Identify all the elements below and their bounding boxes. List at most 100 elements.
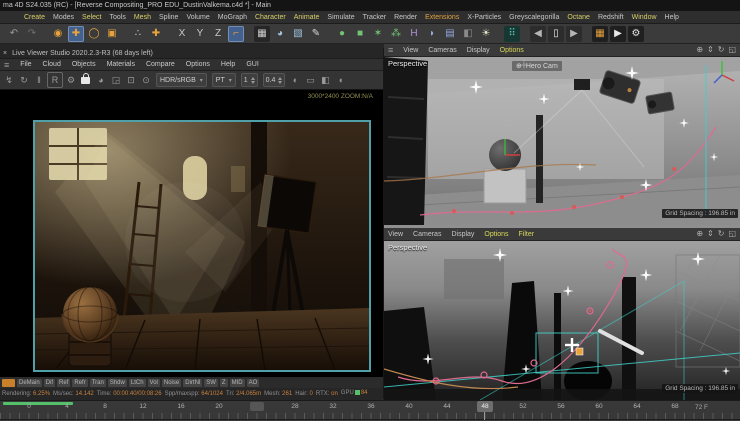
render-pass-button[interactable]: Ref: [57, 378, 71, 387]
render-picture-viewer-icon[interactable]: ▶: [610, 25, 626, 42]
sphere-primitive-icon[interactable]: ●: [334, 26, 350, 42]
render-pass-button[interactable]: LtCh: [128, 378, 146, 387]
clay-mode-icon[interactable]: ◕: [94, 73, 108, 87]
cluster-primitive-icon[interactable]: ⁂: [388, 26, 404, 42]
pan-view-icon[interactable]: ⊕: [696, 46, 703, 54]
octane-render-image[interactable]: [33, 120, 371, 372]
maximize-view-icon[interactable]: ◱: [728, 46, 736, 54]
timeline-marker[interactable]: [250, 402, 264, 411]
spacer-3[interactable]: [166, 26, 172, 42]
octane-menu-item[interactable]: Options: [186, 61, 210, 68]
sync-render-icon[interactable]: ↻: [17, 73, 31, 87]
render-view-icon[interactable]: ▦: [254, 25, 270, 42]
kernel-settings-icon[interactable]: ⚙: [64, 73, 78, 87]
scale-tool-icon[interactable]: ▣: [104, 26, 120, 42]
coord-system-icon[interactable]: ⌐: [228, 25, 244, 42]
pick-material-icon[interactable]: ◲: [109, 73, 123, 87]
content-browser-icon[interactable]: ▧: [290, 26, 306, 42]
viewport-menu-item[interactable]: Cameras: [413, 231, 441, 238]
octane-menu-item[interactable]: Compare: [146, 61, 175, 68]
pick-focus-icon[interactable]: ⊡: [124, 73, 138, 87]
viewport-menu-item[interactable]: Display: [467, 47, 490, 54]
snap-tool-icon[interactable]: ✚: [148, 26, 164, 42]
render-pass-button[interactable]: Shdw: [107, 378, 127, 387]
background-mode-icon[interactable]: ◐: [288, 73, 302, 87]
viewport-menu-item[interactable]: Display: [451, 231, 474, 238]
stepper-arrows-icon[interactable]: [278, 76, 283, 84]
document-icon[interactable]: ▯: [548, 25, 564, 42]
undo-icon[interactable]: ↶: [6, 26, 22, 42]
axis-z-icon[interactable]: Z: [210, 26, 226, 42]
team-render-icon[interactable]: ◕: [272, 26, 288, 42]
zoom-view-icon[interactable]: ⇕: [707, 230, 714, 238]
last-tool-icon[interactable]: ∴: [130, 26, 146, 42]
stepper-arrows-icon[interactable]: [250, 76, 255, 84]
pause-render-icon[interactable]: ‖: [32, 73, 46, 87]
light-object-icon[interactable]: ☀: [478, 26, 494, 42]
viewport-menu-item[interactable]: Cameras: [428, 47, 456, 54]
octane-render-viewport[interactable]: 3000*2400 ZOOM:N/A: [0, 90, 383, 377]
render-pass-button[interactable]: DirtNl: [183, 378, 203, 387]
render-pass-button[interactable]: DeMain: [17, 378, 42, 387]
viewport-menu-item[interactable]: Options: [484, 231, 508, 238]
render-pass-button[interactable]: Noise: [161, 378, 182, 387]
hero-cam-label[interactable]: ⊕ Hero Cam: [512, 61, 562, 71]
metaball-icon[interactable]: ◗: [424, 26, 440, 42]
camera-view-icon[interactable]: ◧: [318, 73, 332, 87]
restart-render-icon[interactable]: R: [47, 72, 63, 88]
viewport-menu-item[interactable]: View: [388, 231, 403, 238]
spacer-7[interactable]: [522, 26, 528, 42]
cube-primitive-icon[interactable]: ■: [352, 26, 368, 42]
bottom-viewport-canvas[interactable]: Perspective Grid Spacing : 196.85 in: [383, 241, 740, 401]
octane-menu-item[interactable]: Help: [221, 61, 235, 68]
viewport-menu-item[interactable]: Options: [500, 47, 524, 54]
render-pass-button[interactable]: Z: [219, 378, 228, 387]
render-pass-button[interactable]: Refr: [72, 378, 88, 387]
redo-icon[interactable]: ↷: [24, 26, 40, 42]
beauty-pass-icon[interactable]: [2, 378, 15, 387]
pen-tool-icon[interactable]: ✎: [308, 26, 324, 42]
viewport-menu-item[interactable]: View: [403, 47, 418, 54]
render-active-view-icon[interactable]: ▦: [592, 25, 608, 42]
region-render-icon[interactable]: ⊙: [139, 73, 153, 87]
axis-y-icon[interactable]: Y: [192, 26, 208, 42]
film-settings-icon[interactable]: ▭: [303, 73, 317, 87]
octane-menu-item[interactable]: Materials: [107, 61, 135, 68]
lock-resolution-icon[interactable]: [81, 72, 90, 84]
timeline-playhead[interactable]: 48: [477, 401, 493, 412]
axis-x-icon[interactable]: X: [174, 26, 190, 42]
render-pass-button[interactable]: SW: [204, 378, 218, 387]
maximize-view-icon[interactable]: ◱: [728, 230, 736, 238]
samples-stepper[interactable]: 1: [240, 73, 258, 87]
rotate-view-icon[interactable]: ↻: [718, 230, 725, 238]
live-selection-icon[interactable]: ◉: [50, 26, 66, 42]
prev-document-icon[interactable]: ◀: [530, 25, 546, 42]
floor-object-icon[interactable]: ▤: [442, 26, 458, 42]
subsample-icon[interactable]: ◖: [333, 73, 347, 87]
move-handle-icon[interactable]: ⊕: [516, 62, 522, 70]
spacer-1[interactable]: [42, 26, 48, 42]
spacer-2[interactable]: [122, 26, 128, 42]
render-pass-button[interactable]: Tran: [89, 378, 106, 387]
next-document-icon[interactable]: ▶: [566, 25, 582, 42]
spacer-6[interactable]: [496, 26, 502, 42]
octane-menu-item[interactable]: Objects: [72, 61, 96, 68]
colorspace-dropdown[interactable]: HDR/sRGB ▾: [156, 73, 207, 87]
mograph-icon[interactable]: ⠿: [504, 25, 520, 42]
rotate-tool-icon[interactable]: ◯: [86, 26, 102, 42]
spacer-5[interactable]: [326, 26, 332, 42]
spacer-8[interactable]: [584, 26, 590, 42]
close-icon[interactable]: ×: [3, 50, 7, 57]
top-viewport-canvas[interactable]: ⊕ Hero Cam Perspective Grid Spacing : 19…: [383, 57, 740, 225]
render-pass-button[interactable]: MID: [229, 378, 245, 387]
hamburger-icon[interactable]: ≡: [4, 60, 9, 70]
timeline-ruler[interactable]: 048121620242832364044485256606468 48 72 …: [0, 400, 740, 421]
star-primitive-icon[interactable]: ✶: [370, 26, 386, 42]
render-pass-button[interactable]: Dif: [43, 378, 56, 387]
hamburger-icon[interactable]: ≡: [388, 45, 393, 55]
move-tool-icon[interactable]: ✚: [68, 25, 84, 42]
zoom-view-icon[interactable]: ⇕: [707, 46, 714, 54]
render-settings-icon[interactable]: ⚙: [628, 25, 644, 42]
rotate-view-icon[interactable]: ↻: [718, 46, 725, 54]
octane-menu-item[interactable]: GUI: [246, 61, 258, 68]
